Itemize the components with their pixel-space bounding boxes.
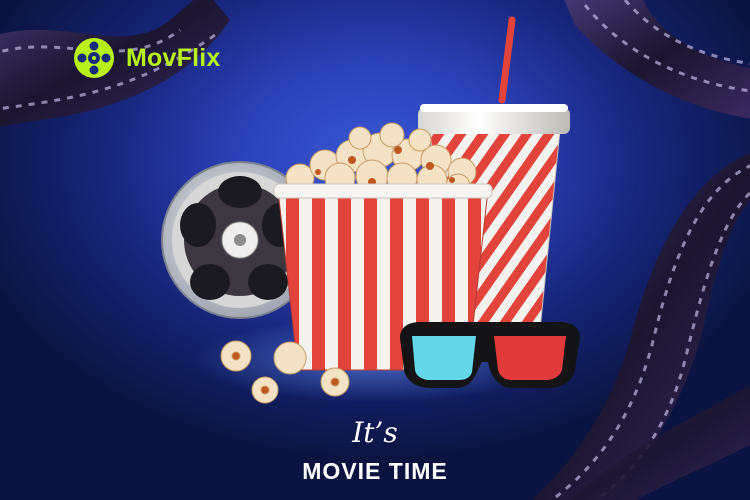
headline-main: MOVIE TIME: [302, 458, 448, 484]
brand-name: MovFlix: [126, 43, 221, 72]
3d-glasses-icon: [400, 322, 580, 388]
promo-banner: MovFlix It’s MOVIE TIME: [0, 0, 750, 500]
headline-script: It’s: [352, 416, 398, 449]
film-strip-icon: [564, 0, 750, 119]
brand-logo[interactable]: MovFlix: [72, 36, 220, 80]
film-reel-icon: [74, 38, 114, 78]
